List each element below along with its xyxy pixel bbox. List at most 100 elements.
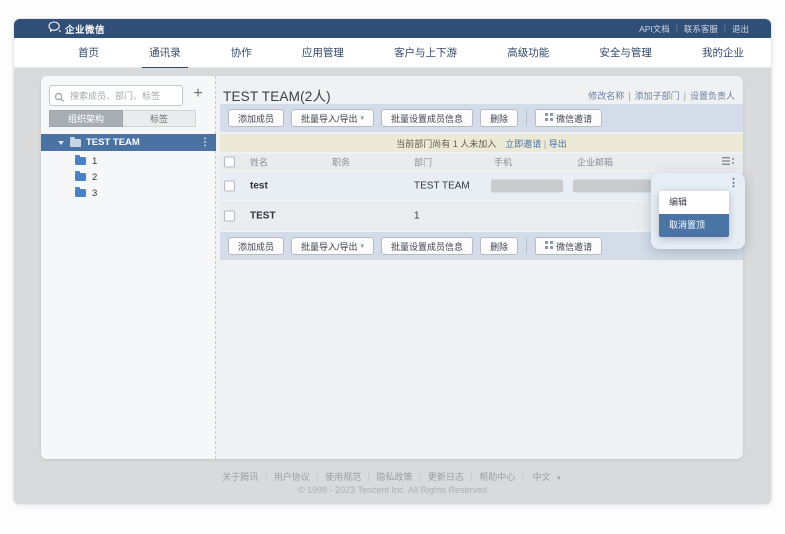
tree-item-label: 1: [92, 156, 97, 167]
titlebar: 企业微信 API文档 | 联系客服 | 退出: [14, 19, 771, 38]
tree-node-test-team[interactable]: TEST TEAM ⋮: [41, 134, 216, 151]
page-body: + 组织架构 标签 TEST TEAM ⋮ 1: [14, 68, 771, 505]
footer-links: 关于腾讯 | 用户协议 | 使用规范 | 隐私政策 | 更新日志 | 帮助中心 …: [14, 470, 771, 483]
tab-advanced-features[interactable]: 高级功能: [507, 37, 549, 68]
tree-node-menu-icon[interactable]: ⋮: [200, 137, 210, 148]
tree-item-label: 2: [92, 172, 97, 183]
member-department: TEST TEAM: [414, 181, 470, 192]
tree-node-3[interactable]: 3: [75, 185, 205, 201]
menu-item-edit[interactable]: 编辑: [659, 191, 729, 214]
footer-privacy-policy[interactable]: 隐私政策: [376, 472, 412, 482]
logout-link[interactable]: 退出: [732, 23, 749, 35]
member-name: test: [250, 181, 268, 192]
sidebar-view-tabs: 组织架构 标签: [49, 110, 196, 127]
footer-user-agreement[interactable]: 用户协议: [274, 472, 310, 482]
api-docs-link[interactable]: API文档: [639, 23, 670, 35]
row-checkbox[interactable]: [224, 181, 235, 192]
export-link[interactable]: 导出: [549, 139, 567, 149]
bulk-edit-members-button[interactable]: 批量设置成员信息: [381, 109, 473, 127]
folder-icon: [70, 139, 81, 147]
department-actions: 修改名称 | 添加子部门 | 设置负责人: [588, 89, 735, 102]
tab-security-management[interactable]: 安全与管理: [599, 37, 652, 68]
actions-divider: |: [684, 91, 686, 101]
folder-icon: [75, 157, 86, 165]
add-department-button[interactable]: +: [187, 83, 209, 105]
redacted-phone-value: [491, 180, 563, 193]
footer-about-tencent[interactable]: 关于腾讯: [222, 472, 258, 482]
language-selector[interactable]: 中文 ▾: [531, 472, 563, 482]
bulk-import-export-label: 批量导入/导出: [301, 240, 358, 253]
table-header: 姓名 职务 部门 手机 企业邮箱: [220, 154, 743, 170]
notice-divider: |: [544, 139, 546, 149]
column-phone: 手机: [494, 156, 512, 169]
wechat-invite-button[interactable]: 微信邀请: [535, 237, 602, 255]
footer-divider: |: [419, 472, 421, 482]
member-name: TEST: [250, 211, 276, 222]
add-member-button[interactable]: 添加成员: [228, 237, 284, 255]
tab-labels[interactable]: 标签: [123, 110, 196, 127]
wechat-invite-label: 微信邀请: [556, 240, 592, 253]
brand: 企业微信: [48, 21, 105, 36]
row-checkbox[interactable]: [224, 211, 235, 222]
tab-app-management[interactable]: 应用管理: [302, 37, 344, 68]
main-nav: 首页 通讯录 协作 应用管理 客户与上下游 高级功能 安全与管理 我的企业: [14, 38, 771, 68]
delete-button[interactable]: 删除: [480, 109, 518, 127]
footer-divider: |: [368, 472, 370, 482]
add-member-button[interactable]: 添加成员: [228, 109, 284, 127]
column-email: 企业邮箱: [577, 156, 613, 169]
sidebar: + 组织架构 标签 TEST TEAM ⋮ 1: [41, 76, 216, 459]
add-subdepartment-link[interactable]: 添加子部门: [635, 89, 680, 102]
language-label: 中文: [533, 472, 551, 482]
menu-item-unpin[interactable]: 取消置顶: [659, 214, 729, 237]
set-manager-link[interactable]: 设置负责人: [690, 89, 735, 102]
qr-code-icon: [545, 113, 553, 123]
rename-link[interactable]: 修改名称: [588, 89, 624, 102]
brand-name: 企业微信: [65, 22, 105, 36]
titlebar-divider: |: [676, 24, 678, 33]
tab-my-company[interactable]: 我的企业: [702, 37, 744, 68]
pending-join-notice: 当前部门尚有 1 人未加入 立即邀请 | 导出: [220, 134, 743, 152]
tree-root-label: TEST TEAM: [86, 137, 140, 148]
member-department: 1: [414, 211, 420, 222]
search-box: [49, 85, 183, 106]
contact-support-link[interactable]: 联系客服: [684, 23, 718, 35]
tree-node-1[interactable]: 1: [75, 153, 205, 169]
bulk-edit-members-button[interactable]: 批量设置成员信息: [381, 237, 473, 255]
tab-home[interactable]: 首页: [78, 37, 99, 68]
footer-usage-rules[interactable]: 使用规范: [325, 472, 361, 482]
dropdown-caret-icon: ▾: [557, 475, 561, 482]
folder-icon: [75, 189, 86, 197]
tab-customers-upstream-downstream[interactable]: 客户与上下游: [394, 37, 457, 68]
footer-divider: |: [316, 472, 318, 482]
footer-help-center[interactable]: 帮助中心: [479, 472, 515, 482]
actions-divider: |: [628, 91, 630, 101]
wechat-work-logo-icon: [48, 21, 61, 36]
bulk-import-export-button[interactable]: 批量导入/导出 ▾: [291, 237, 374, 255]
row-menu-overlay: ⋮ 编辑 取消置顶: [651, 173, 745, 249]
context-menu: 编辑 取消置顶: [659, 191, 729, 237]
column-department: 部门: [414, 156, 432, 169]
page-title: TEST TEAM(2人): [223, 85, 331, 105]
tab-collaboration[interactable]: 协作: [231, 37, 252, 68]
dropdown-caret-icon: ▾: [361, 114, 365, 122]
screenshot-stage: 企业微信 API文档 | 联系客服 | 退出 首页 通讯录 协作 应用管理 客户…: [0, 0, 785, 534]
row-more-options-icon[interactable]: ⋮: [728, 176, 739, 189]
select-all-checkbox[interactable]: [224, 157, 235, 168]
column-settings-icon[interactable]: [722, 156, 735, 168]
search-input[interactable]: [49, 85, 183, 106]
search-icon: [54, 90, 65, 108]
tab-contacts[interactable]: 通讯录: [149, 37, 181, 68]
content-panel: + 组织架构 标签 TEST TEAM ⋮ 1: [41, 76, 743, 459]
footer-divider: |: [470, 472, 472, 482]
folder-icon: [75, 173, 86, 181]
invite-now-link[interactable]: 立即邀请: [505, 139, 541, 149]
footer-changelog[interactable]: 更新日志: [428, 472, 464, 482]
wechat-invite-label: 微信邀请: [556, 112, 592, 125]
column-name: 姓名: [250, 156, 268, 169]
tree-node-2[interactable]: 2: [75, 169, 205, 185]
delete-button[interactable]: 删除: [480, 237, 518, 255]
bulk-import-export-button[interactable]: 批量导入/导出 ▾: [291, 109, 374, 127]
wechat-invite-button[interactable]: 微信邀请: [535, 109, 602, 127]
tab-org-structure[interactable]: 组织架构: [49, 110, 123, 127]
bulk-import-export-label: 批量导入/导出: [301, 112, 358, 125]
